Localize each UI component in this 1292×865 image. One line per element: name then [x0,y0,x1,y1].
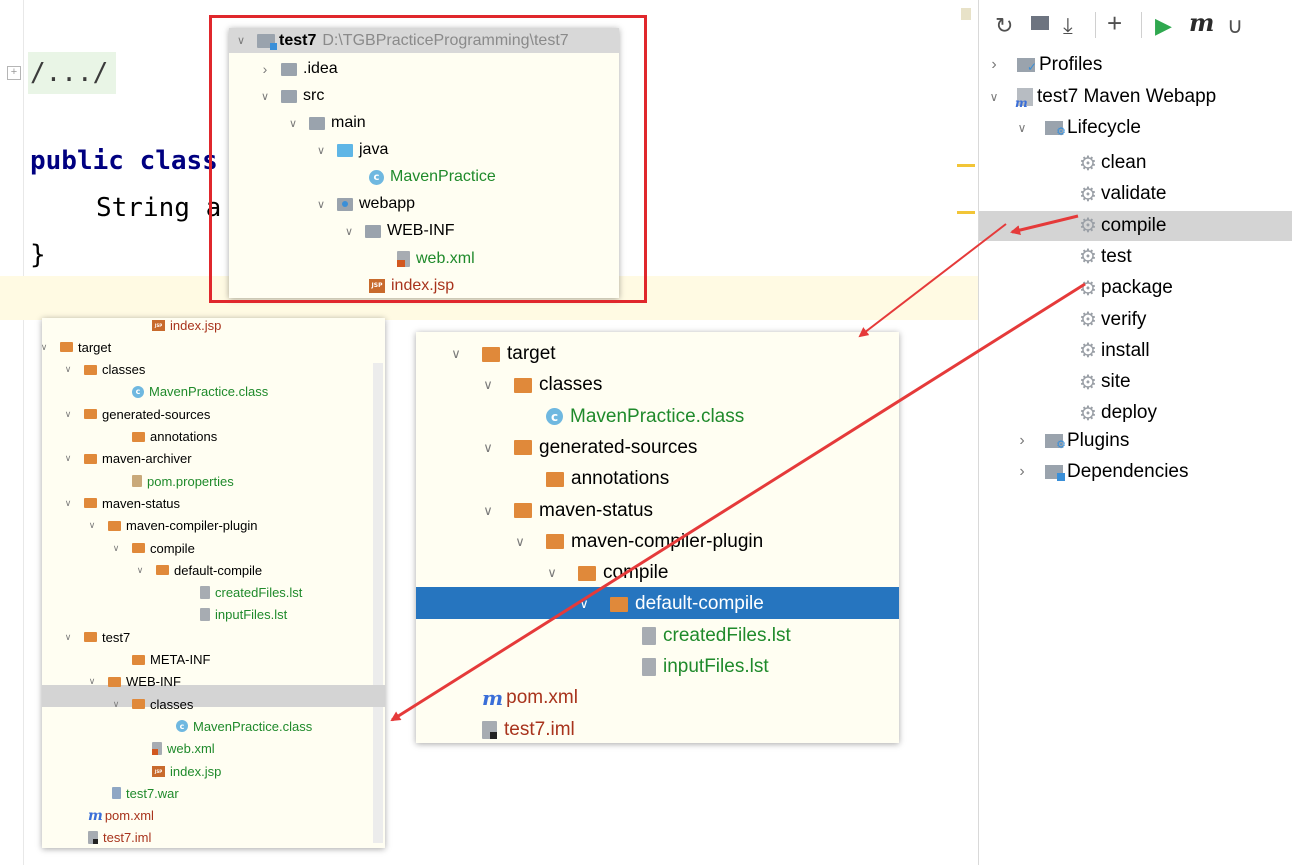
annotation-arrows [390,214,1086,722]
arrow-compile [1010,214,1079,235]
arrow-to-target [858,223,1007,338]
arrow-package [390,282,1086,722]
